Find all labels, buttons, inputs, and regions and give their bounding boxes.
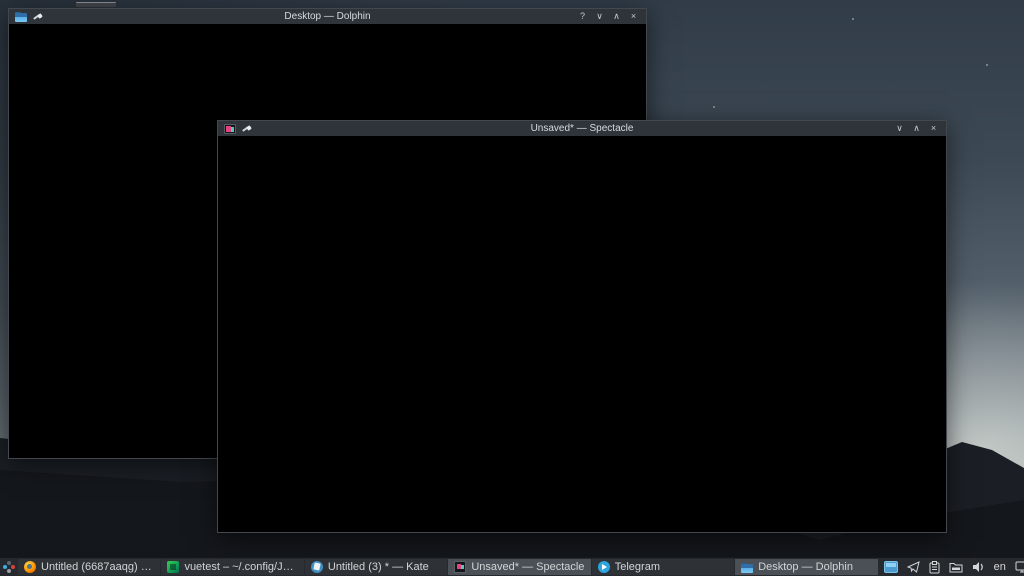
spectacle-window: Unsaved* — Spectacle ∨ ∧ × — [217, 120, 947, 533]
display-tray-icon[interactable] — [884, 561, 898, 573]
clipboard-tray-icon[interactable] — [929, 561, 940, 574]
dolphin-icon — [741, 563, 753, 573]
task-pycharm-vuetest[interactable]: vuetest – ~/.config/JetBrains/Py... — [161, 559, 303, 575]
task-pastecode-firefox[interactable]: Untitled (6687aaqg) - PasteCod... — [18, 559, 160, 575]
task-label: Telegram — [615, 561, 660, 573]
pin-icon[interactable] — [241, 124, 251, 134]
spectacle-titlebar[interactable]: Unsaved* — Spectacle ∨ ∧ × — [218, 121, 946, 136]
dolphin-titlebar[interactable]: Desktop — Dolphin ? ∨ ∧ × — [9, 9, 646, 24]
firefox-icon — [24, 561, 36, 573]
kate-icon — [311, 561, 323, 573]
dolphin-help-button[interactable]: ? — [576, 10, 589, 23]
task-spectacle-unsaved[interactable]: Unsaved* — Spectacle — [448, 559, 590, 575]
task-label: Untitled (3) * — Kate — [328, 561, 429, 573]
pycharm-icon — [167, 561, 179, 573]
task-label: Untitled (6687aaqg) - PasteCod... — [41, 561, 154, 573]
screen-share-icon[interactable] — [1015, 561, 1024, 573]
task-dolphin-desktop[interactable]: Desktop — Dolphin — [735, 559, 877, 575]
telegram-tray-icon[interactable] — [907, 561, 920, 573]
task-kate-untitled[interactable]: Untitled (3) * — Kate — [305, 559, 447, 575]
spectacle-minimize-button[interactable]: ∨ — [893, 122, 906, 135]
dolphin-close-button[interactable]: × — [627, 10, 640, 23]
task-label: Desktop — Dolphin — [758, 561, 853, 573]
volume-icon[interactable] — [972, 561, 985, 573]
hidden-panel-notch — [76, 2, 116, 7]
device-notifier-icon[interactable] — [949, 561, 963, 573]
task-manager: Untitled (6687aaqg) - PasteCod... vuetes… — [18, 558, 878, 576]
spectacle-maximize-button[interactable]: ∧ — [910, 122, 923, 135]
screenshot-icon — [224, 124, 236, 134]
task-label: Unsaved* — Spectacle — [471, 561, 584, 573]
pin-icon[interactable] — [32, 12, 42, 22]
dolphin-minimize-button[interactable]: ∨ — [593, 10, 606, 23]
spectacle-content-area[interactable] — [218, 136, 946, 532]
folder-icon — [15, 12, 27, 22]
task-label: vuetest – ~/.config/JetBrains/Py... — [184, 561, 297, 573]
telegram-icon — [598, 561, 610, 573]
system-tray: en ∧ 10/08 11:38 — [878, 558, 1024, 576]
dolphin-maximize-button[interactable]: ∧ — [610, 10, 623, 23]
app-launcher-button[interactable] — [0, 558, 18, 576]
spectacle-close-button[interactable]: × — [927, 122, 940, 135]
app-launcher-icon — [3, 561, 15, 573]
spectacle-window-title: Unsaved* — Spectacle — [344, 121, 820, 136]
dolphin-window-title: Desktop — Dolphin — [135, 9, 520, 24]
taskbar-panel: Untitled (6687aaqg) - PasteCod... vuetes… — [0, 557, 1024, 576]
keyboard-layout-indicator[interactable]: en — [994, 561, 1006, 573]
task-telegram[interactable]: Telegram — [592, 559, 734, 575]
spectacle-icon — [454, 561, 466, 573]
